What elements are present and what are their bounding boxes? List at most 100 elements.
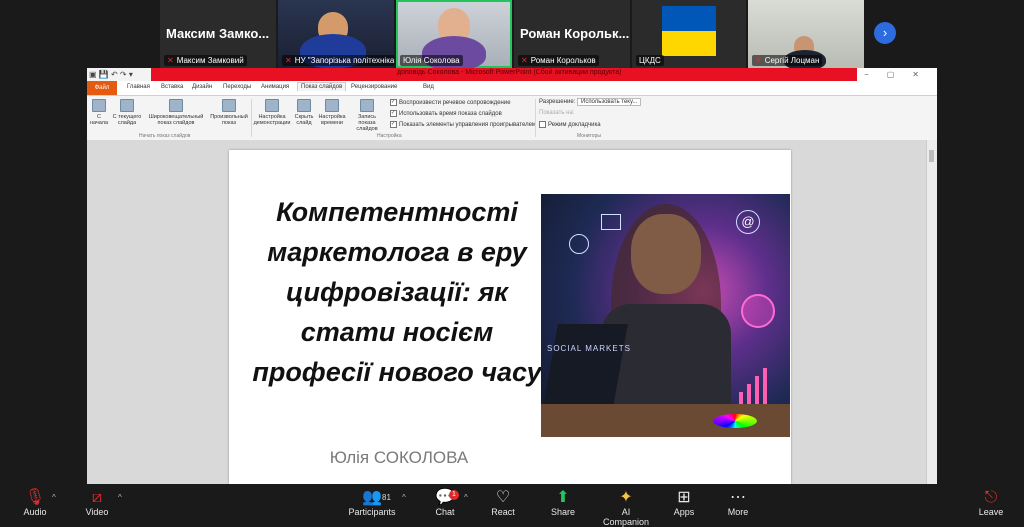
tab-slideshow[interactable]: Показ слайдов [297,82,347,91]
chat-unread-badge: 1 [449,490,459,500]
divider [251,99,252,137]
tab-transitions[interactable]: Переходы [223,84,251,90]
video-button[interactable]: ⧄ Video [80,489,114,517]
participant-tile[interactable]: Роман Корольк... ✕ Роман Корольков [514,0,630,68]
tab-home[interactable]: Главная [127,84,150,90]
slide-author: Юлія СОКОЛОВА [329,448,469,467]
rehearse-timings-button[interactable]: Настройка времени [317,99,347,126]
tab-animation[interactable]: Анимация [261,84,289,90]
mic-muted-icon: ✕ [167,56,174,65]
mic-muted-icon: 🎙 [24,489,46,506]
checkbox-checked-icon: ✓ [390,110,397,117]
bell-icon [569,234,589,254]
slideshow-start-icon [92,99,106,112]
record-show-button[interactable]: Запись показа слайдов [349,99,385,132]
envelope-icon [601,214,621,230]
slide-title: Компетентності маркетолога в еру цифрові… [252,197,542,387]
group-label: Настройка [377,133,402,139]
broadcast-button[interactable]: Широковещательный показ слайдов [145,99,207,126]
vertical-scrollbar[interactable] [926,140,937,484]
scrollbar-thumb[interactable] [929,150,934,162]
window-controls[interactable]: −▢✕ [857,68,937,81]
mic-muted-icon: ✕ [521,56,528,65]
quick-access-toolbar[interactable]: ▣ 💾 ↶ ↷ ▾ [87,68,151,81]
participant-name: Максим Замковий [176,56,244,65]
participant-name: Юлія Соколова [403,56,460,65]
color-wheel-icon [713,414,757,428]
timer-icon [325,99,339,112]
custom-show-icon [222,99,236,112]
participant-caption: Юлія Соколова [400,55,463,66]
more-button[interactable]: ⋯ More [724,489,752,517]
participant-tile[interactable]: Максим Замко... ✕ Максим Замковий [160,0,276,68]
participants-options-chevron-icon[interactable]: ^ [402,493,406,502]
slide-canvas[interactable]: Компетентності маркетолога в еру цифрові… [229,150,791,484]
video-options-chevron-icon[interactable]: ^ [118,493,122,502]
leave-icon: ⎋ [984,489,998,506]
powerpoint-titlebar: ▣ 💾 ↶ ↷ ▾ доповідь Соколова - Microsoft … [87,68,937,81]
from-current-button[interactable]: С текущего слайда [111,99,143,126]
participant-name: НУ "Запорізька політехніка" [294,56,394,65]
ai-companion-button[interactable]: ✦ AI Companion [598,489,654,527]
bar-graph-icon [739,364,779,404]
custom-show-button[interactable]: Произвольный показ [209,99,249,126]
checkbox-checked-icon: ✓ [390,121,397,128]
broadcast-icon [169,99,183,112]
heart-icon: ♡ [495,489,511,506]
participant-caption: ✕ НУ "Запорізька політехніка" [282,55,394,66]
setup-icon [265,99,279,112]
show-on-select[interactable]: Показать на: [539,110,575,116]
participant-name: Роман Корольков [530,56,596,65]
from-start-button[interactable]: С начала [89,99,109,126]
presenter-view-checkbox[interactable]: Режим докладчика [539,121,601,128]
tab-insert[interactable]: Вставка [161,84,183,90]
ukraine-flag-icon [662,6,716,56]
timings-checkbox[interactable]: ✓ Использовать время показа слайдов [390,110,502,117]
hide-slide-icon [297,99,311,112]
apps-button[interactable]: ⊞ Apps [670,489,698,517]
mic-muted-icon: ✕ [755,56,762,65]
chat-options-chevron-icon[interactable]: ^ [464,493,468,502]
at-sign-icon: @ [736,210,760,234]
record-icon [360,99,374,112]
participant-display-name: Роман Корольк... [520,26,630,41]
slide-editor: Компетентності маркетолога в еру цифрові… [87,140,937,484]
tab-view[interactable]: Вид [423,84,434,90]
shared-screen-powerpoint: ▣ 💾 ↶ ↷ ▾ доповідь Соколова - Microsoft … [87,68,937,484]
participant-tile[interactable]: ЦКДС [632,0,746,68]
participants-count: 81 [382,493,391,502]
participant-tile[interactable]: ✕ Сергій Лоцман [748,0,864,68]
participant-strip: Максим Замко... ✕ Максим Замковий ✕ НУ "За… [0,0,1024,68]
controls-checkbox[interactable]: ✓ Показать элементы управления проигрыват… [390,121,536,128]
share-button[interactable]: ⬆ Share [548,489,578,517]
tab-review[interactable]: Рецензирование [351,84,397,90]
leave-button[interactable]: ⎋ Leave [976,489,1006,517]
audio-options-chevron-icon[interactable]: ^ [52,493,56,502]
resolution-select[interactable]: Разрешение: Использовать теку... [539,98,642,106]
hide-slide-button[interactable]: Скрыть слайд [293,99,315,126]
sparkle-icon: ✦ [619,489,633,506]
target-icon [741,294,775,328]
slideshow-current-icon [120,99,134,112]
tab-file[interactable]: Файл [87,81,117,95]
window-title: доповідь Соколова - Microsoft PowerPoint… [397,69,622,76]
react-button[interactable]: ♡ React [488,489,518,517]
group-label: Мониторы [577,133,601,139]
ribbon-tabs: Файл Главная Вставка Дизайн Переходы Ани… [87,81,937,96]
narration-checkbox[interactable]: ✓ Воспроизвести речевое сопровождение [390,99,511,106]
slide-image: SOCIAL MARKETS @ [541,194,790,437]
share-screen-icon: ⬆ [556,489,570,506]
next-page-button[interactable]: › [874,22,896,44]
participant-tile-active-speaker[interactable]: Юлія Соколова [396,0,512,68]
participant-display-name: Максим Замко... [166,26,270,41]
participant-tile[interactable]: ✕ НУ "Запорізька політехніка" [278,0,394,68]
audio-button[interactable]: 🎙 Audio [18,489,52,517]
group-label: Начать показ слайдов [139,133,191,139]
more-dots-icon: ⋯ [730,489,746,506]
participant-name: ЦКДС [639,56,661,65]
chevron-right-icon: › [882,25,888,40]
video-off-icon: ⧄ [91,489,103,506]
setup-show-button[interactable]: Настройка демонстрации [253,99,291,126]
checkbox-checked-icon: ✓ [390,99,397,106]
tab-design[interactable]: Дизайн [192,84,212,90]
